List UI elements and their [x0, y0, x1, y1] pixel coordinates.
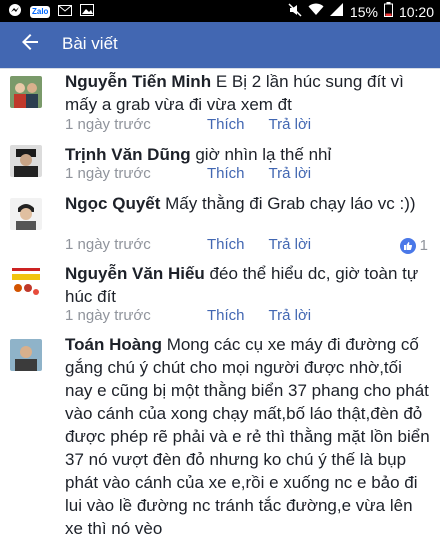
wifi-icon	[308, 3, 324, 20]
app-bar: Bài viết	[0, 22, 440, 68]
reaction-count: 1	[419, 237, 428, 254]
comment-text: Mấy thằng đi Grab chạy láo vc :))	[165, 194, 416, 213]
comment-text: giờ nhìn lạ thế nhỉ	[195, 145, 332, 164]
comment-author[interactable]: Trịnh Văn Dũng	[65, 145, 191, 164]
reply-link[interactable]: Trả lời	[269, 165, 312, 182]
battery-percent: 15%	[349, 3, 378, 20]
like-link[interactable]: Thích	[207, 236, 245, 253]
comment-time[interactable]: 1 ngày trước	[65, 236, 207, 253]
comment-meta: 1 ngày trước Thích Trả lời	[65, 116, 335, 133]
comment-author[interactable]: Nguyễn Tiến Minh	[65, 72, 211, 91]
image-icon	[80, 4, 95, 20]
status-bar: Zalo 15% 10:20	[0, 0, 440, 22]
avatar[interactable]	[10, 339, 42, 371]
like-link[interactable]: Thích	[207, 307, 245, 324]
comment-author[interactable]: Ngọc Quyết	[65, 194, 160, 213]
reaction-summary[interactable]: 1	[399, 237, 428, 254]
reply-link[interactable]: Trả lời	[269, 236, 312, 253]
comment-text: Mong các cụ xe máy đi đường cố gắng chú …	[65, 335, 430, 538]
page-title: Bài viết	[62, 34, 118, 53]
comment-meta: 1 ngày trước Thích Trả lời	[65, 236, 335, 253]
divider	[0, 68, 440, 69]
comment-meta: 1 ngày trước Thích Trả lời	[65, 307, 335, 324]
reply-link[interactable]: Trả lời	[269, 116, 312, 133]
like-link[interactable]: Thích	[207, 116, 245, 133]
zalo-icon: Zalo	[30, 6, 51, 18]
battery-icon	[383, 2, 393, 21]
like-reaction-icon	[399, 237, 416, 254]
comment-time[interactable]: 1 ngày trước	[65, 116, 207, 133]
signal-icon	[329, 3, 344, 20]
back-arrow-icon[interactable]	[18, 30, 46, 58]
avatar[interactable]	[10, 198, 42, 230]
like-link[interactable]: Thích	[207, 165, 245, 182]
comment-time[interactable]: 1 ngày trước	[65, 307, 207, 324]
mute-icon	[288, 2, 302, 21]
clock: 10:20	[398, 3, 434, 20]
comment-author[interactable]: Nguyễn Văn Hiếu	[65, 264, 205, 283]
comment-author[interactable]: Toán Hoàng	[65, 335, 162, 354]
avatar[interactable]	[10, 76, 42, 108]
mail-icon	[58, 4, 73, 20]
comment-time[interactable]: 1 ngày trước	[65, 165, 207, 182]
messenger-icon	[8, 3, 22, 21]
avatar[interactable]	[10, 266, 42, 298]
avatar[interactable]	[10, 145, 42, 177]
comment-meta: 1 ngày trước Thích Trả lời	[65, 165, 335, 182]
reply-link[interactable]: Trả lời	[269, 307, 312, 324]
